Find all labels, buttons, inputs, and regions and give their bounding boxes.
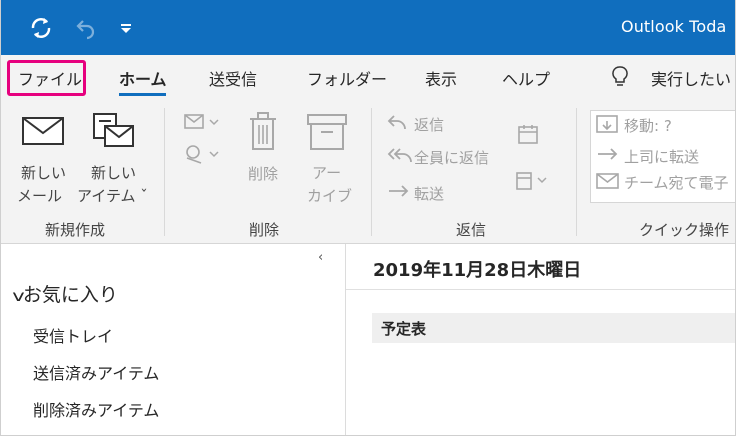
calendar-section-header: [372, 313, 736, 343]
reply-all-label: 全員に返信: [414, 149, 490, 167]
quick-step-team-email[interactable]: チーム宛て電子: [624, 172, 729, 193]
group-label-respond: 返信: [456, 221, 487, 239]
to-manager-icon: [598, 148, 618, 160]
undo-icon[interactable]: [73, 16, 99, 40]
sync-icon[interactable]: [27, 15, 55, 41]
archive-label-2: カイブ: [307, 187, 353, 205]
move-to-folder-icon: [596, 115, 618, 133]
trash-icon: [250, 112, 276, 150]
new-mail-label-1[interactable]: 新しい: [21, 162, 66, 183]
quick-step-to-manager[interactable]: 上司に転送: [624, 146, 699, 167]
folder-inbox[interactable]: 受信トレイ: [33, 323, 113, 347]
reply-icon: [387, 115, 406, 130]
more-respond-icon: [516, 172, 547, 190]
team-email-icon: [596, 173, 619, 189]
divider: [346, 289, 736, 290]
collapse-pane-icon[interactable]: ‹: [318, 250, 323, 265]
ribbon-separator: [576, 108, 577, 236]
new-items-label-1[interactable]: 新しい: [91, 162, 136, 183]
tab-help[interactable]: ヘルプ: [502, 66, 550, 90]
ignore-icon: [184, 114, 219, 129]
tab-send-receive[interactable]: 送受信: [209, 66, 257, 90]
tab-file[interactable]: ファイル: [18, 66, 82, 90]
reply-all-icon: [387, 148, 412, 163]
new-items-icon[interactable]: [91, 111, 136, 151]
archive-icon: [307, 114, 347, 150]
folder-sent-items[interactable]: 送信済みアイテム: [33, 360, 159, 384]
delete-label: 削除: [248, 165, 279, 183]
new-mail-label-2[interactable]: メール: [17, 185, 62, 206]
window-title: Outlook Toda: [621, 17, 727, 36]
today-date: 2019年11月28日木曜日: [373, 260, 582, 281]
cleanup-icon: [186, 145, 219, 164]
forward-label: 転送: [414, 185, 445, 203]
tab-view[interactable]: 表示: [425, 66, 457, 90]
tab-home[interactable]: ホーム: [119, 66, 167, 90]
folder-deleted-items[interactable]: 削除済みアイテム: [33, 397, 159, 421]
customize-qat-icon[interactable]: [118, 17, 134, 37]
favorites-label: お気に入り: [22, 284, 118, 306]
active-tab-indicator: [119, 93, 166, 96]
quick-step-move[interactable]: 移動: ?: [624, 115, 672, 136]
reply-label: 返信: [414, 116, 445, 134]
chevron-down-icon: v: [12, 287, 25, 305]
ribbon-separator: [164, 108, 165, 236]
group-label-new: 新規作成: [45, 221, 106, 239]
new-mail-icon[interactable]: [21, 115, 65, 147]
group-label-delete: 削除: [249, 221, 280, 239]
tab-folder[interactable]: フォルダー: [307, 66, 387, 90]
tell-me-search[interactable]: 実行したい: [651, 66, 731, 90]
ribbon-separator: [371, 108, 372, 236]
title-bar: Outlook Toda: [0, 0, 736, 55]
new-items-label-2[interactable]: アイテム ˇ: [77, 185, 148, 206]
forward-icon: [389, 185, 409, 197]
meeting-icon: [518, 125, 538, 144]
group-label-quick-steps: クイック操作: [639, 221, 730, 239]
archive-label-1: アー: [312, 164, 342, 182]
favorites-header[interactable]: vお気に入り: [12, 280, 118, 307]
calendar-header-label[interactable]: 予定表: [381, 318, 426, 339]
lightbulb-icon: [612, 66, 628, 86]
